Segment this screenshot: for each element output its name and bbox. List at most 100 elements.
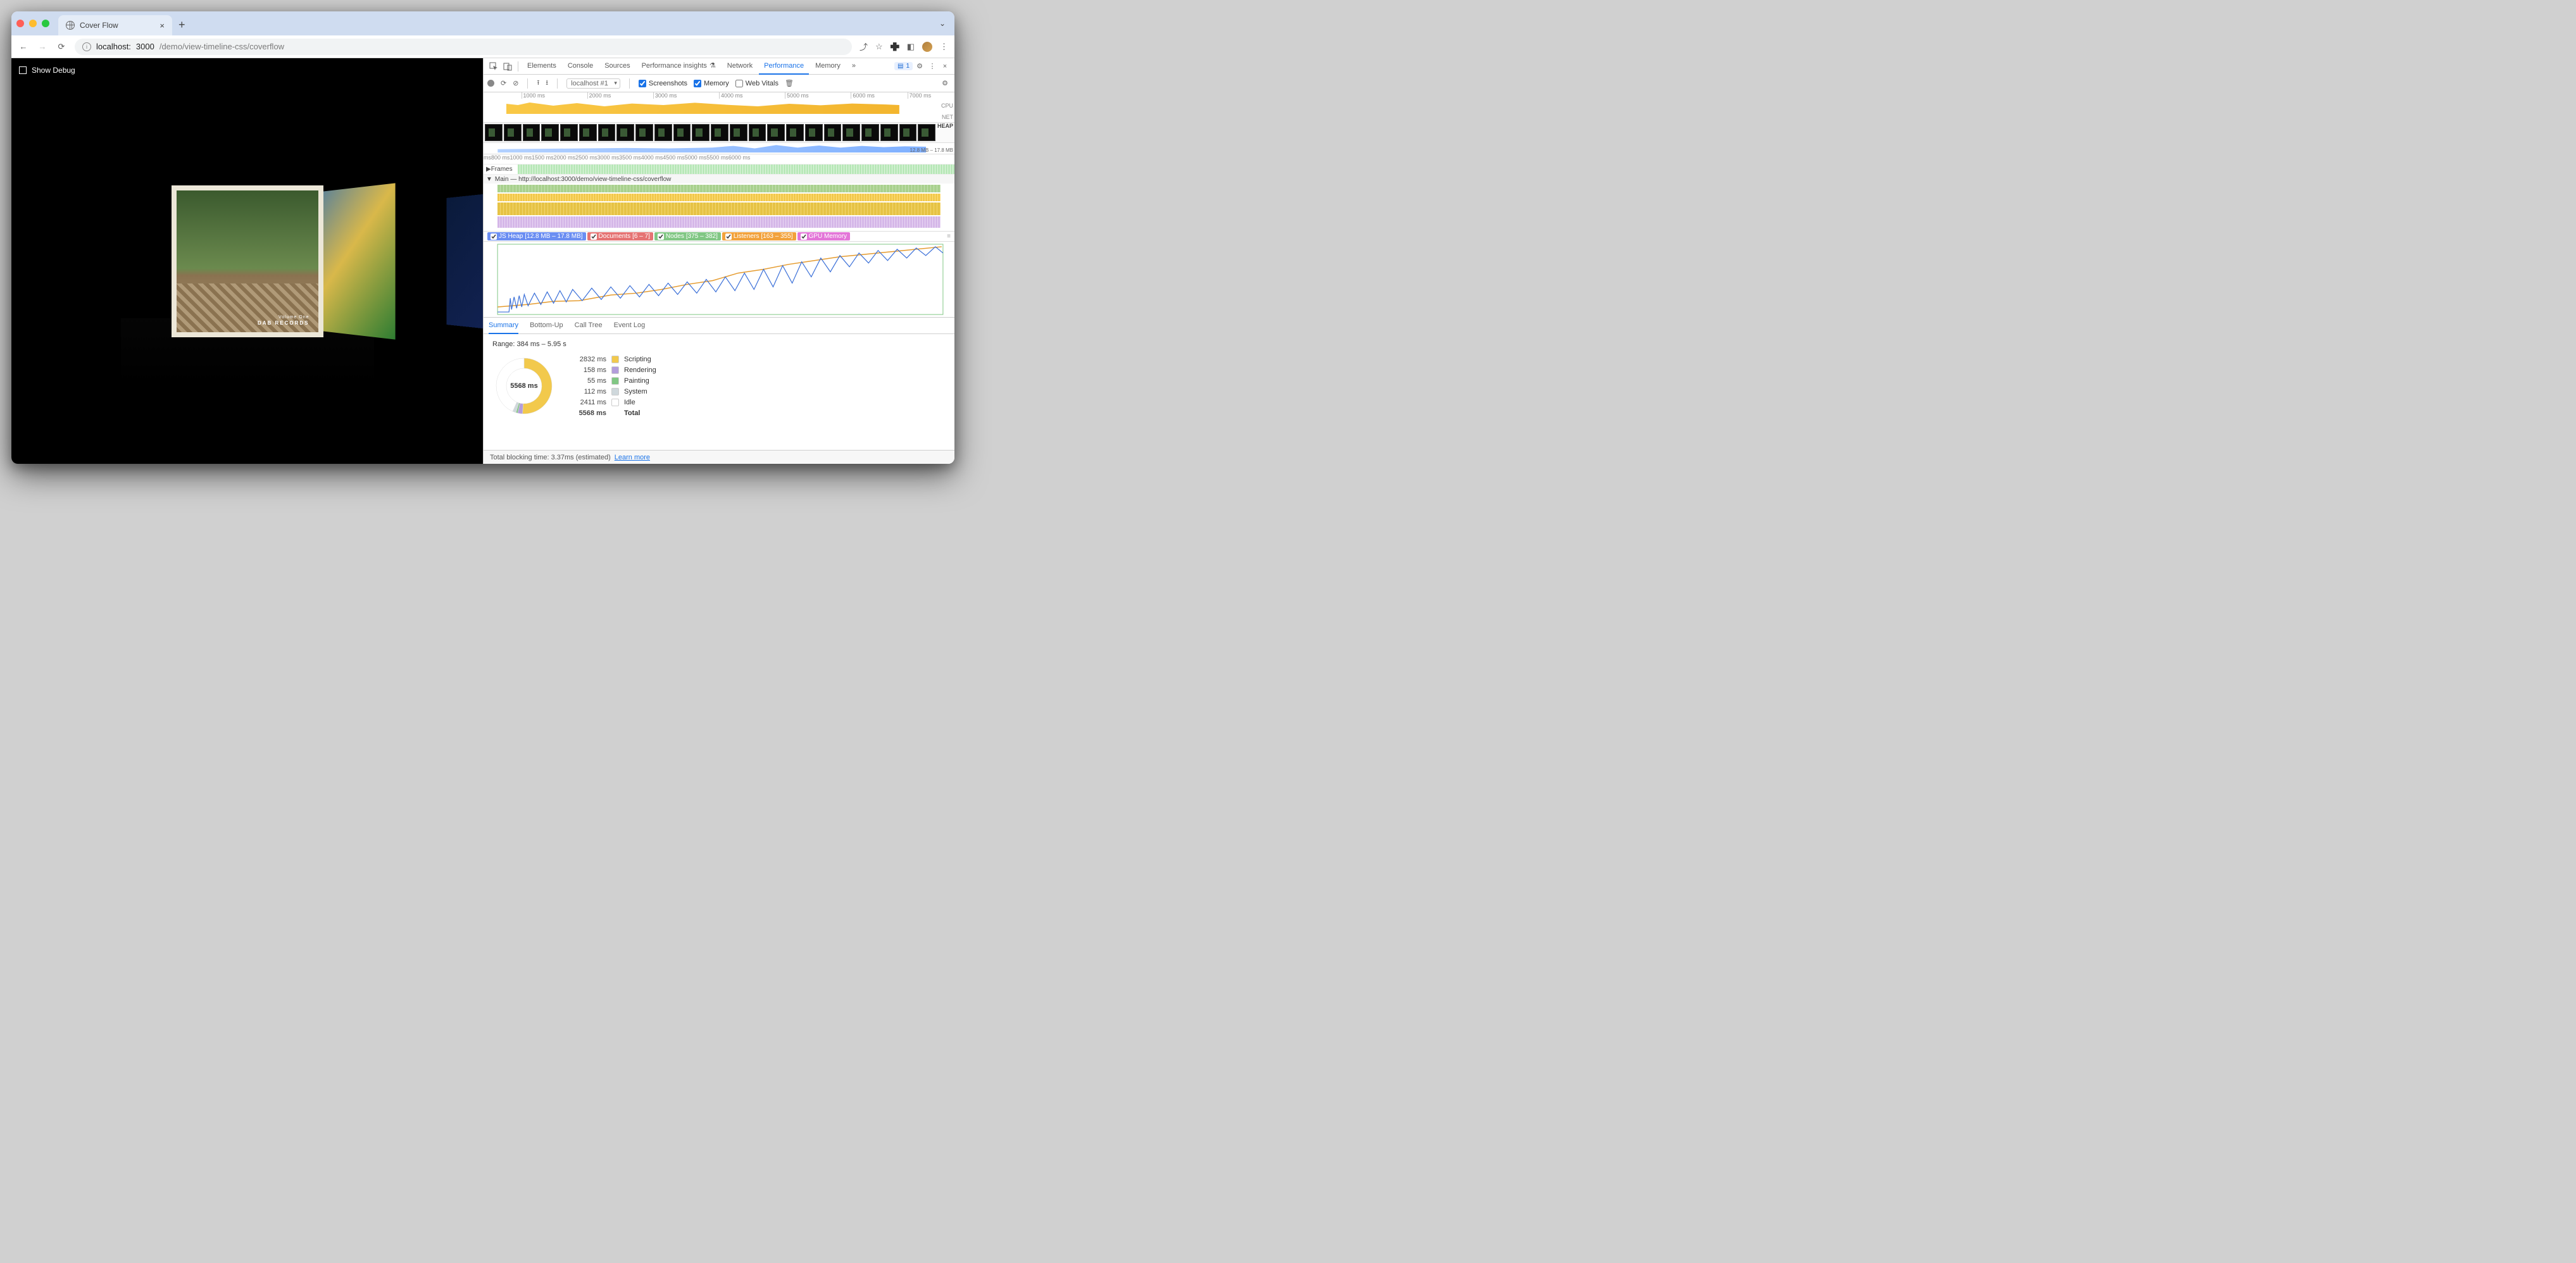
tab-event-log[interactable]: Event Log <box>614 318 646 334</box>
detail-ruler[interactable]: ms 800 ms 1000 ms 1500 ms 2000 ms 2500 m… <box>484 154 954 165</box>
screenshots-checkbox[interactable]: Screenshots <box>639 80 687 87</box>
screenshot-thumb[interactable] <box>805 124 823 141</box>
counter-listeners[interactable]: Listeners[163 – 355] <box>722 232 796 240</box>
tab-performance[interactable]: Performance <box>759 58 809 75</box>
url-input[interactable]: i localhost:3000/demo/view-timeline-css/… <box>75 39 852 55</box>
screenshot-thumb[interactable] <box>541 124 559 141</box>
screenshot-thumb[interactable] <box>824 124 842 141</box>
close-devtools-icon[interactable]: × <box>939 63 951 70</box>
overview-timeline[interactable]: 1000 ms 2000 ms 3000 ms 4000 ms 5000 ms … <box>484 92 954 123</box>
counter-documents[interactable]: Documents[6 – 7] <box>587 232 653 240</box>
back-button[interactable]: ← <box>18 42 29 51</box>
new-tab-button[interactable]: + <box>178 18 185 32</box>
learn-more-link[interactable]: Learn more <box>615 454 650 461</box>
minimize-window-button[interactable] <box>29 20 37 27</box>
screenshot-thumb[interactable] <box>692 124 710 141</box>
tab-overflow[interactable]: » <box>847 58 861 75</box>
close-window-button[interactable] <box>16 20 24 27</box>
tab-memory[interactable]: Memory <box>810 58 846 75</box>
main-track-header[interactable]: ▼Main — http://localhost:3000/demo/view-… <box>484 175 954 184</box>
perf-toolbar: ⟳ ⊘ ⭱ ⭳ localhost #1 Screenshots Memory … <box>484 75 954 92</box>
issues-badge[interactable]: ▤1 <box>894 62 913 70</box>
menu-icon[interactable]: ⋮ <box>940 42 948 52</box>
tab-network[interactable]: Network <box>722 58 758 75</box>
more-icon[interactable]: ⋮ <box>927 62 938 70</box>
tab-overflow-button[interactable]: ⌄ <box>939 19 946 28</box>
screenshot-thumb[interactable] <box>918 124 935 141</box>
screenshot-thumb[interactable] <box>616 124 634 141</box>
screenshot-thumb[interactable] <box>861 124 879 141</box>
screenshot-thumb[interactable] <box>767 124 785 141</box>
overview-ruler: 1000 ms 2000 ms 3000 ms 4000 ms 5000 ms … <box>484 92 954 101</box>
screenshot-thumb[interactable] <box>749 124 766 141</box>
screenshot-thumb[interactable] <box>786 124 804 141</box>
rendered-page[interactable]: Show Debug Volume One DAB RECORDS <box>11 58 483 464</box>
screenshot-thumb[interactable] <box>899 124 917 141</box>
screenshot-thumb[interactable] <box>523 124 541 141</box>
summary-panel: Range: 384 ms – 5.95 s 5568 ms 2832 msSc… <box>484 334 954 450</box>
save-profile-icon[interactable]: ⭳ <box>546 77 548 89</box>
load-profile-icon[interactable]: ⭱ <box>537 77 539 89</box>
sidepanel-icon[interactable]: ◧ <box>907 42 915 52</box>
cover-right-2[interactable] <box>446 187 483 335</box>
cover-center[interactable]: Volume One DAB RECORDS <box>172 185 323 337</box>
memory-checkbox[interactable]: Memory <box>694 80 729 87</box>
ruler-tick: 4000 ms <box>719 92 743 99</box>
screenshot-thumb[interactable] <box>485 124 503 141</box>
triangle-icon: ▶ <box>486 166 491 173</box>
reload-record-icon[interactable]: ⟳ <box>501 79 506 87</box>
screenshot-thumb[interactable] <box>673 124 691 141</box>
screenshot-thumb[interactable] <box>730 124 747 141</box>
screenshot-thumb[interactable] <box>654 124 672 141</box>
screenshot-thumb[interactable] <box>598 124 616 141</box>
url-host: localhost: <box>96 42 131 51</box>
webvitals-checkbox[interactable]: Web Vitals <box>735 80 778 87</box>
tab-call-tree[interactable]: Call Tree <box>575 318 603 334</box>
tab-summary[interactable]: Summary <box>489 318 518 334</box>
screenshot-thumb[interactable] <box>880 124 898 141</box>
extensions-icon[interactable] <box>891 42 899 51</box>
screenshot-thumb[interactable] <box>842 124 860 141</box>
browser-tab[interactable]: Cover Flow × <box>58 15 172 35</box>
settings-icon[interactable]: ⚙ <box>914 62 925 70</box>
hamburger-icon[interactable]: ≡ <box>947 233 951 240</box>
tab-strip: Cover Flow × + ⌄ <box>11 11 954 35</box>
profile-avatar[interactable] <box>922 42 932 52</box>
toolbar-icons: ⤴ ☆ ◧ ⋮ <box>860 40 948 53</box>
site-info-icon[interactable]: i <box>82 42 91 51</box>
share-icon[interactable]: ⤴ <box>860 40 868 53</box>
perf-settings-icon[interactable]: ⚙ <box>939 79 951 87</box>
tab-sources[interactable]: Sources <box>599 58 635 75</box>
counter-nodes[interactable]: Nodes[375 – 382] <box>654 232 721 240</box>
tab-performance-insights[interactable]: Performance insights ⚗ <box>637 58 721 75</box>
counter-gpu[interactable]: GPU Memory <box>797 232 851 240</box>
blocking-time-footer: Total blocking time: 3.37ms (estimated) … <box>484 450 954 464</box>
record-button[interactable] <box>487 80 494 87</box>
tab-console[interactable]: Console <box>563 58 598 75</box>
inspect-element-icon[interactable] <box>487 61 500 72</box>
trash-icon[interactable]: 🗑 <box>785 79 794 87</box>
screenshot-thumb[interactable] <box>711 124 728 141</box>
memory-chart[interactable] <box>484 242 954 318</box>
bookmark-icon[interactable]: ☆ <box>875 42 883 52</box>
forward-button[interactable]: → <box>37 42 48 51</box>
filmstrip[interactable]: HEAP <box>484 123 954 143</box>
screenshot-thumb[interactable] <box>635 124 653 141</box>
tab-bottom-up[interactable]: Bottom-Up <box>530 318 563 334</box>
flame-chart[interactable] <box>484 184 954 232</box>
close-tab-icon[interactable]: × <box>159 21 165 30</box>
counter-jsheap[interactable]: JS Heap[12.8 MB – 17.8 MB] <box>487 232 586 240</box>
reload-button[interactable]: ⟳ <box>56 42 67 52</box>
coverflow-stage[interactable]: Volume One DAB RECORDS <box>11 58 483 464</box>
screenshot-thumb[interactable] <box>560 124 578 141</box>
context-select[interactable]: localhost #1 <box>566 78 620 89</box>
browser-window: Cover Flow × + ⌄ ← → ⟳ i localhost:3000/… <box>11 11 954 464</box>
tab-elements[interactable]: Elements <box>522 58 561 75</box>
heap-overview[interactable]: 12.8 MB – 17.8 MB <box>484 143 954 154</box>
device-toolbar-icon[interactable] <box>501 61 514 72</box>
frames-track[interactable]: ▶Frames <box>484 165 954 175</box>
screenshot-thumb[interactable] <box>504 124 522 141</box>
screenshot-thumb[interactable] <box>579 124 597 141</box>
maximize-window-button[interactable] <box>42 20 49 27</box>
clear-icon[interactable]: ⊘ <box>513 79 518 87</box>
